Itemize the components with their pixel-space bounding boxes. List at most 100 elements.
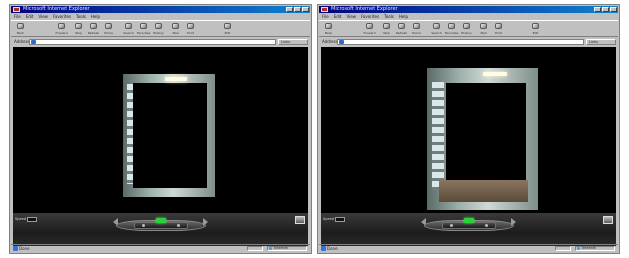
stop-icon — [383, 23, 390, 29]
rotate-left-button[interactable] — [449, 224, 453, 227]
toolbar-edit-button[interactable]: Edit — [531, 23, 540, 35]
status-indicator-led — [155, 218, 166, 223]
navigation-player: Speed — [13, 213, 308, 246]
globe-icon — [577, 247, 580, 250]
security-zone: Internet — [575, 246, 615, 251]
speed-select[interactable] — [334, 216, 345, 222]
toolbar-home-button[interactable]: Home — [104, 23, 113, 35]
security-zone: Internet — [267, 246, 307, 251]
mail-icon — [172, 23, 179, 29]
speed-control: Speed — [15, 216, 45, 222]
toolbar-print-button[interactable]: Print — [186, 23, 195, 35]
toolbar-stop-button[interactable]: Stop — [382, 23, 391, 35]
nav-right-arrow[interactable] — [511, 218, 516, 226]
toolbar-forward-button[interactable]: Forward — [55, 23, 68, 35]
toolbar-history-button[interactable]: History — [461, 23, 472, 35]
ceiling-light — [483, 72, 507, 76]
room-floor — [439, 180, 528, 202]
options-button[interactable] — [603, 216, 613, 224]
ie-app-icon — [13, 7, 20, 12]
ie-app-icon — [321, 7, 328, 12]
vr-viewport[interactable] — [13, 47, 308, 213]
toolbar-mail-button[interactable]: Mail — [479, 23, 488, 35]
print-icon — [495, 23, 502, 29]
options-button[interactable] — [295, 216, 305, 224]
toolbar-back-button[interactable]: Back — [16, 23, 25, 35]
back-icon — [17, 23, 24, 29]
rotate-right-button[interactable] — [484, 224, 488, 227]
address-bar: Address Links — [11, 38, 310, 46]
status-bar: Done Internet — [11, 244, 310, 252]
search-icon — [433, 23, 440, 29]
nav-right-arrow[interactable] — [203, 218, 208, 226]
favorites-icon — [448, 23, 455, 29]
toolbar-stop-button[interactable]: Stop — [74, 23, 83, 35]
status-page-icon — [13, 246, 18, 251]
left-wall-windows — [432, 82, 444, 190]
close-button[interactable] — [610, 7, 617, 12]
toolbar-back-button[interactable]: Back — [324, 23, 333, 35]
toolbar-mail-button[interactable]: Mail — [171, 23, 180, 35]
links-button[interactable]: Links — [278, 39, 308, 45]
toolbar-print-button[interactable]: Print — [494, 23, 503, 35]
home-icon — [105, 23, 112, 29]
standard-toolbar: Back Forward Stop Refresh Home Search Fa… — [11, 20, 310, 37]
maximize-button[interactable] — [294, 7, 301, 12]
toolbar-favorites-button[interactable]: Favorites — [445, 23, 458, 35]
back-icon — [325, 23, 332, 29]
status-text: Done — [19, 246, 30, 251]
vr-viewport[interactable] — [321, 47, 616, 213]
close-button[interactable] — [302, 7, 309, 12]
toolbar-search-button[interactable]: Search — [431, 23, 442, 35]
address-bar: Address Links — [319, 38, 618, 46]
room-frame — [427, 68, 538, 210]
status-page-icon — [321, 246, 326, 251]
address-label: Address — [14, 39, 30, 44]
home-icon — [413, 23, 420, 29]
status-progress-pane — [555, 246, 571, 251]
toolbar-refresh-button[interactable]: Refresh — [396, 23, 407, 35]
favorites-icon — [140, 23, 147, 29]
title-bar: Microsoft Internet Explorer — [319, 6, 618, 13]
rotate-right-button[interactable] — [176, 224, 180, 227]
address-label: Address — [322, 39, 338, 44]
status-progress-pane — [247, 246, 263, 251]
history-icon — [463, 23, 470, 29]
links-button[interactable]: Links — [586, 39, 616, 45]
refresh-icon — [90, 23, 97, 29]
minimize-button[interactable] — [286, 7, 293, 12]
window-title: Microsoft Internet Explorer — [23, 6, 90, 12]
browser-window-left: Microsoft Internet Explorer File Edit Vi… — [9, 4, 312, 254]
toolbar-history-button[interactable]: History — [153, 23, 164, 35]
maximize-button[interactable] — [602, 7, 609, 12]
navigation-player: Speed — [321, 213, 616, 246]
address-input[interactable] — [29, 39, 276, 45]
print-icon — [187, 23, 194, 29]
toolbar-forward-button[interactable]: Forward — [363, 23, 376, 35]
speed-label: Speed — [15, 217, 26, 221]
page-icon — [339, 40, 344, 44]
toolbar-home-button[interactable]: Home — [412, 23, 421, 35]
minimize-button[interactable] — [594, 7, 601, 12]
page-icon — [31, 40, 36, 44]
room-frame — [123, 74, 215, 197]
ceiling-light — [165, 77, 187, 81]
toolbar-search-button[interactable]: Search — [123, 23, 134, 35]
browser-window-right: Microsoft Internet Explorer File Edit Vi… — [317, 4, 620, 254]
search-icon — [125, 23, 132, 29]
toolbar-edit-button[interactable]: Edit — [223, 23, 232, 35]
toolbar-refresh-button[interactable]: Refresh — [88, 23, 99, 35]
window-title: Microsoft Internet Explorer — [331, 6, 398, 12]
control-panel — [115, 217, 206, 231]
stop-icon — [75, 23, 82, 29]
toolbar-favorites-button[interactable]: Favorites — [137, 23, 150, 35]
globe-icon — [269, 247, 272, 250]
address-input[interactable] — [337, 39, 584, 45]
refresh-icon — [398, 23, 405, 29]
rotate-left-button[interactable] — [141, 224, 145, 227]
speed-select[interactable] — [26, 216, 37, 222]
status-text: Done — [327, 246, 338, 251]
standard-toolbar: Back Forward Stop Refresh Home Search Fa… — [319, 20, 618, 37]
title-bar: Microsoft Internet Explorer — [11, 6, 310, 13]
status-indicator-led — [463, 218, 474, 223]
